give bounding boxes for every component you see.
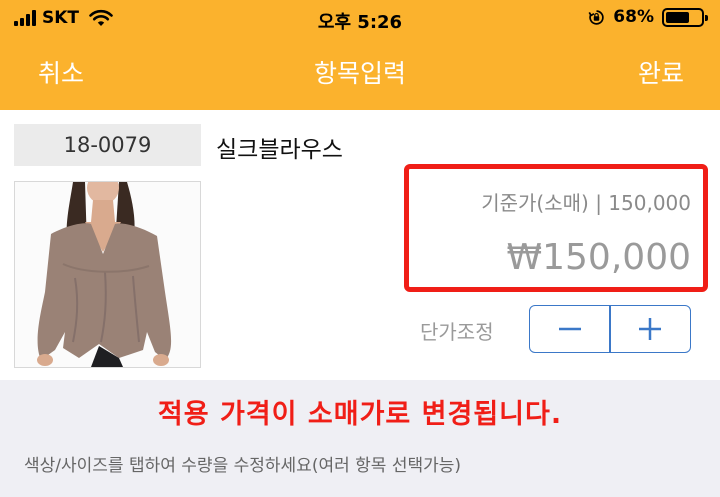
done-button[interactable]: 완료 [638, 54, 684, 90]
page-title: 항목입력 [313, 59, 406, 88]
price-box: 기준가(소매) | 150,000 ₩150,000 [404, 164, 708, 292]
battery-fill [666, 11, 689, 23]
battery-percent: 68% [613, 7, 654, 27]
callout-text: 적용 가격이 소매가로 변경됩니다. [157, 399, 563, 430]
nav-bar: 취소 항목입력 완료 [0, 36, 720, 110]
minus-icon [558, 327, 581, 331]
increment-button[interactable] [611, 306, 690, 352]
status-right: 68% [588, 7, 708, 27]
decrement-button[interactable] [530, 306, 609, 352]
plus-icon [639, 318, 662, 340]
price-adjust-label: 단가조정 [420, 320, 494, 344]
status-bar: SKT 오후 5:26 68% [0, 0, 720, 36]
price-adjust-stepper [529, 305, 691, 353]
applied-price-value[interactable]: ₩150,000 [507, 237, 691, 278]
blouse-illustration [15, 182, 200, 367]
product-code: 18-0079 [14, 124, 201, 166]
product-name: 실크블라우스 [216, 137, 343, 163]
product-image[interactable] [14, 181, 201, 368]
battery-icon [662, 7, 708, 27]
rotation-lock-icon [588, 9, 604, 25]
hint-text: 색상/사이즈를 탭하여 수량을 수정하세요(여러 항목 선택가능) [24, 456, 462, 476]
base-price-label: 기준가(소매) | 150,000 [481, 191, 691, 215]
